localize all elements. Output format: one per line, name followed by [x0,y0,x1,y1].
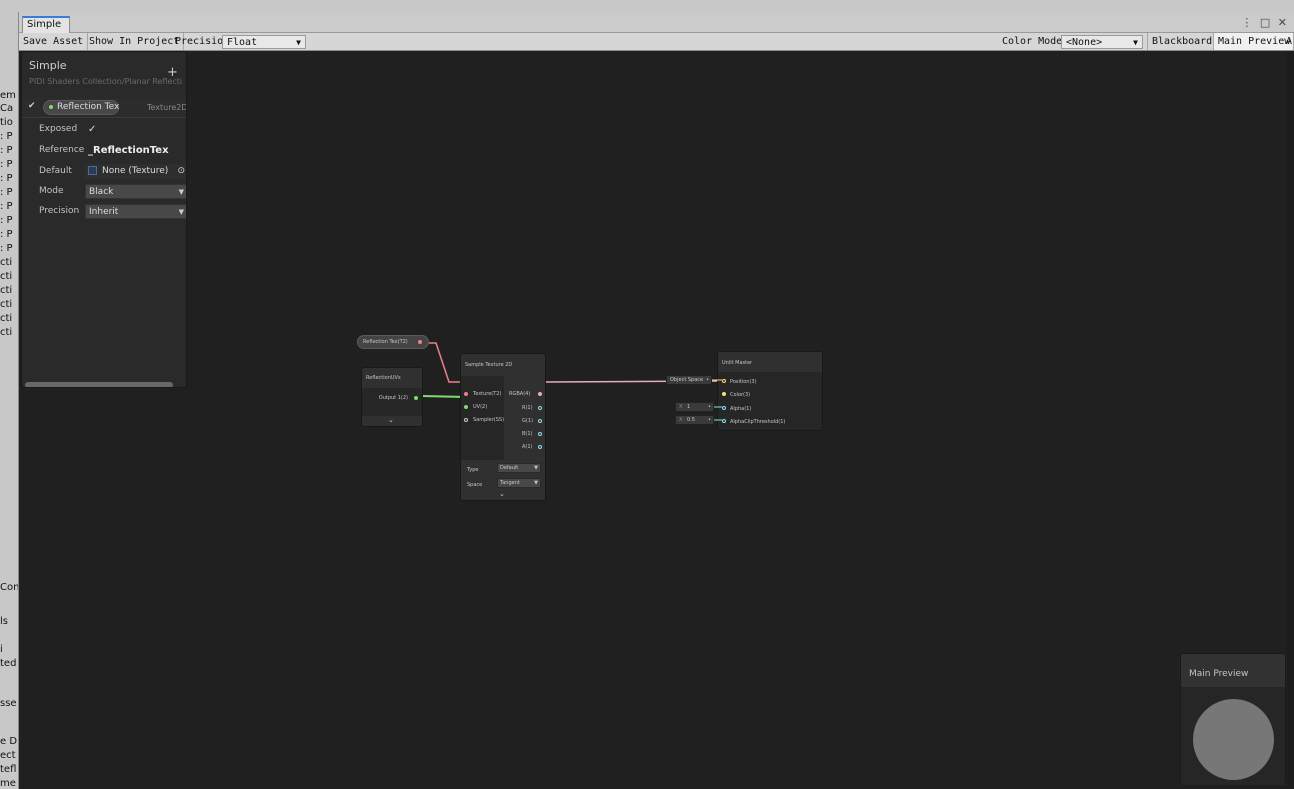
main-preview-toggle[interactable]: Main Preview [1213,33,1294,50]
background-text-line: Ca [0,103,14,114]
blackboard-toggle[interactable]: Blackboard [1147,33,1218,50]
color-mode-dropdown[interactable]: <None> ▼ [1061,35,1143,49]
background-text-line: i [0,644,3,655]
background-text-line: ect [0,750,16,761]
shader-graph-window: Simple ⋮ □ ✕ Save Asset Show In Project … [18,12,1294,789]
background-text-line: cti [0,313,13,324]
window-edge [1287,51,1294,785]
background-text-line: tefl [0,764,17,775]
background-text-line: cti [0,285,13,296]
chevron-down-icon: ▼ [296,38,301,47]
main-preview-viewport[interactable] [1181,687,1285,785]
background-text-line: me [0,778,16,789]
title-bar: Simple ⋮ □ ✕ [19,12,1294,33]
color-mode-value: <None> [1066,37,1103,48]
background-text-line: ls [0,616,8,627]
window-controls[interactable]: ⋮ □ ✕ [1241,16,1289,29]
color-mode-label: Color Mode [1002,36,1063,47]
background-text-line: : P [0,145,13,156]
background-text-line: e D [0,736,18,747]
preview-sphere [1193,699,1274,780]
graph-canvas[interactable]: Simple PIDI Shaders Collection/Planar Re… [19,51,1287,785]
background-text-line: cti [0,271,13,282]
field-connectors [712,379,722,421]
background-text-line: : P [0,215,13,226]
background-text-line: em [0,90,16,101]
background-text-line: : P [0,131,13,142]
background-text-line: sse [0,698,17,709]
background-text-line: cti [0,257,13,268]
window-tab[interactable]: Simple [22,16,70,33]
background-text-line: : P [0,187,13,198]
background-text-line: : P [0,173,13,184]
main-preview-panel[interactable]: Main Preview [1180,653,1286,785]
precision-value: Float [227,37,258,48]
desktop: em Ca tio : P : P : P : P : P : P : P : P : P cti cti… [0,0,1294,789]
background-text-line: Con [0,582,18,593]
toolbar: Save Asset Show In Project Precision Flo… [19,33,1294,51]
overflow-button[interactable]: A [1285,33,1294,50]
background-text-line: : P [0,159,13,170]
background-text-line: cti [0,327,13,338]
save-asset-button[interactable]: Save Asset [19,33,89,50]
background-text-line: : P [0,229,13,240]
precision-dropdown[interactable]: Float ▼ [222,35,306,49]
main-preview-title: Main Preview [1189,669,1249,679]
chevron-down-icon: ▼ [1133,38,1138,47]
background-text-line: ted [0,658,17,669]
background-text-line: : P [0,243,13,254]
background-text-line: tio [0,117,13,128]
background-window: em Ca tio : P : P : P : P : P : P : P : P : P cti cti… [0,0,20,789]
show-in-project-button[interactable]: Show In Project [85,33,185,50]
background-text-line: : P [0,201,13,212]
background-text-line: cti [0,299,13,310]
